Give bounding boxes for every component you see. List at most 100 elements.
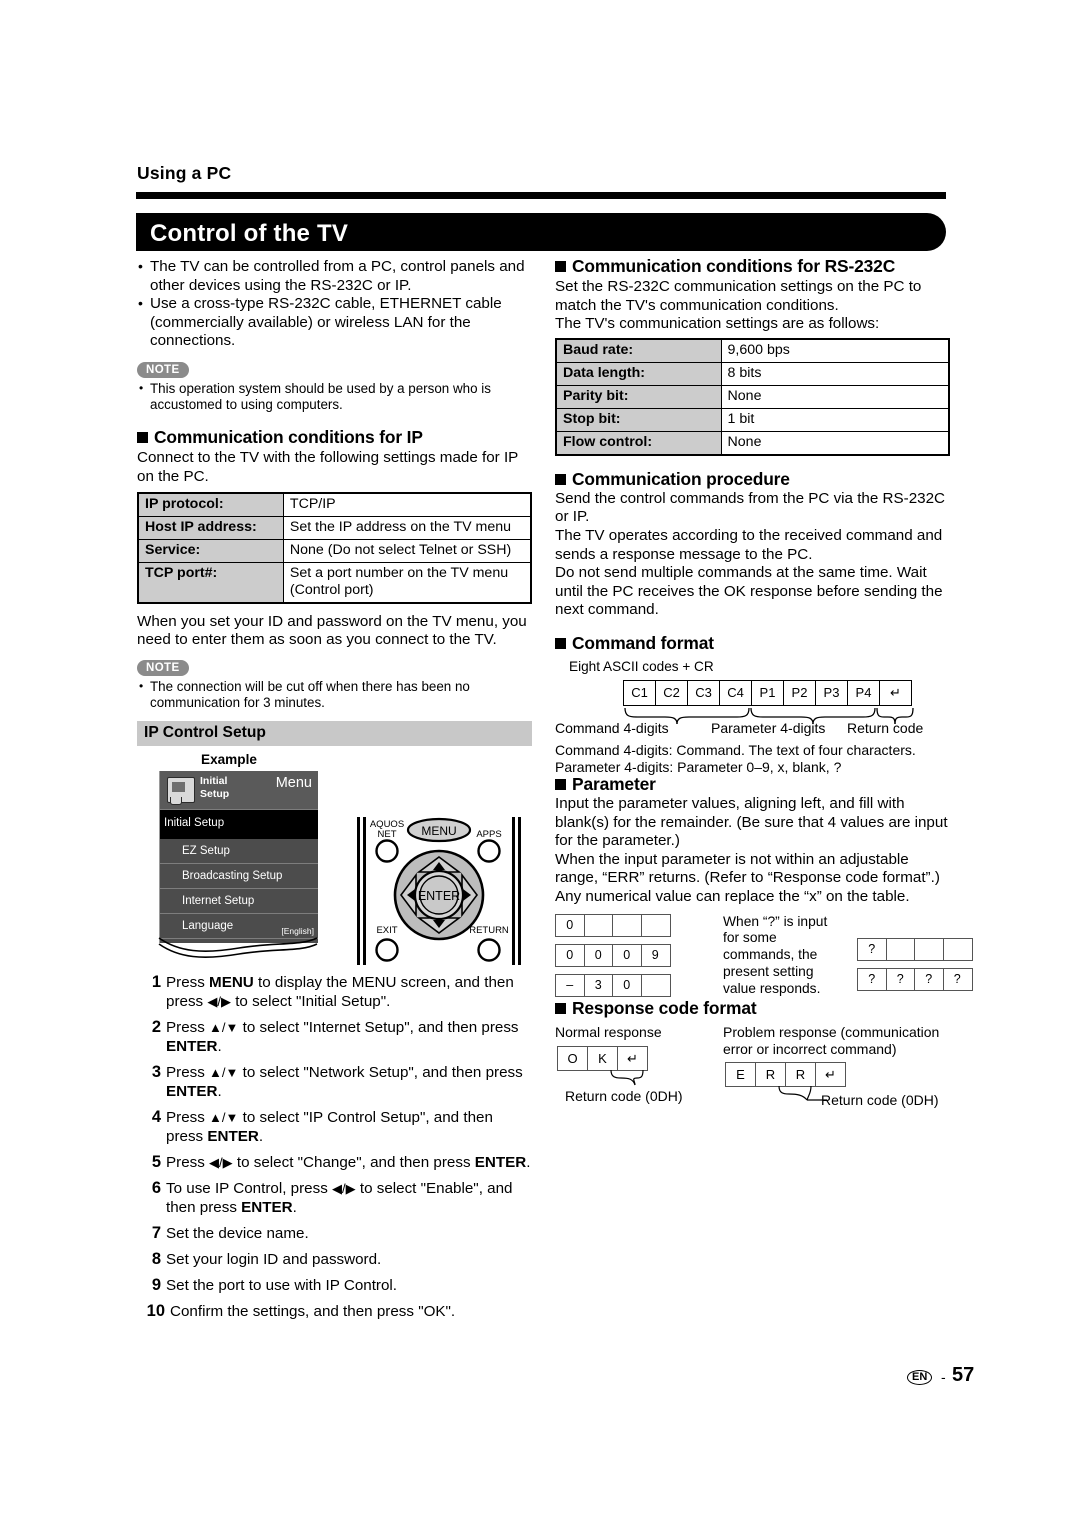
rs232c-intro-line1: Set the RS-232C communication settings o… (555, 278, 922, 314)
parameter-paragraphs: Input the parameter values, aligning lef… (555, 795, 950, 907)
square-bullet-icon (555, 637, 566, 649)
intro-bullet-item: The TV can be controlled from a PC, cont… (137, 257, 532, 295)
value-cell: 0 (556, 944, 585, 966)
step-text: Press ▲/▼ to select "IP Control Setup", … (166, 1109, 493, 1146)
label-return-code: Return code (847, 719, 924, 736)
step-item: 3 Press ▲/▼ to select "Network Setup", an… (137, 1063, 532, 1101)
table-row: TCP port#: Set a port number on the TV me… (137, 561, 532, 604)
value-cell: ? (887, 968, 915, 990)
square-bullet-icon (137, 432, 148, 444)
step-text: To use IP Control, press ◀/▶ to select "… (166, 1180, 513, 1217)
initial-setup-icon-stand (170, 797, 182, 806)
heading-text: Communication procedure (572, 468, 790, 489)
parameter-paragraph: Any numerical value can replace the “x” … (555, 887, 910, 905)
tv-icon-label-line2: Setup (200, 787, 230, 800)
ip-after-table-text: When you set your ID and password on the… (137, 612, 527, 649)
table-cell-key: Baud rate: (555, 338, 722, 363)
question-mark-note: When “?” is input for some commands, the… (723, 913, 828, 996)
svg-text:RETURN: RETURN (469, 925, 509, 936)
parameter-example-boxes-right: ????? (857, 937, 973, 998)
step-item: 5 Press ◀/▶ to select "Change", and then … (137, 1153, 532, 1172)
table-row: Flow control: None (555, 430, 950, 456)
command-format-diagram: C1 C2 C3 C4 P1 P2 P3 P4 ↵ Command 4-digits Param… (555, 679, 950, 775)
table-cell-value: Set a port number on the TV menu (Contro… (282, 561, 532, 604)
value-cell: ? (858, 938, 887, 960)
square-bullet-icon (555, 778, 566, 790)
step-number: 3 (151, 1063, 161, 1082)
step-item: 1 Press MENU to display the MENU screen, … (137, 973, 532, 1011)
procedure-paragraphs: Send the control commands from the PC vi… (555, 490, 950, 620)
tv-menu-row-selected[interactable]: Initial Setup (160, 810, 318, 840)
step-item: 2 Press ▲/▼ to select "Internet Setup", a… (137, 1018, 532, 1056)
tv-icon-label-line1: Initial (200, 775, 228, 788)
rs232c-conditions-table: Baud rate: 9,600 bps Data length: 8 bits Par… (555, 337, 950, 456)
step-number: 7 (151, 1224, 161, 1243)
page-number: 57 (952, 1364, 975, 1386)
response-cell: K (588, 1046, 618, 1070)
value-cell (915, 938, 944, 960)
command-format-cell: C1 (624, 680, 656, 705)
value-cell: 0 (585, 944, 613, 966)
step-item: 10 Confirm the settings, and then press "… (137, 1302, 532, 1321)
svg-text:EXIT: EXIT (376, 925, 397, 936)
normal-return-code-label: Return code (0DH) (565, 1087, 683, 1104)
step-item: 7 Set the device name. (137, 1224, 532, 1243)
parameter-examples-area: 0 0 0 0 9–3 0 When “?” is input for some comm… (555, 913, 973, 997)
svg-text:APPS: APPS (476, 829, 501, 840)
value-cell: 9 (651, 947, 659, 962)
command-format-cell: P2 (784, 680, 816, 705)
response-code-diagram: Normal response O K ↵ Return code (0DH) Pr… (555, 1024, 950, 1124)
normal-response-boxes: O K ↵ (557, 1045, 648, 1071)
language-badge: EN (907, 1370, 933, 1385)
svg-text:MENU: MENU (421, 824, 456, 838)
step-number: 6 (151, 1179, 161, 1198)
heading-communication-conditions-ip: Communication conditions for IP (137, 427, 532, 448)
step-number: 10 (146, 1302, 165, 1321)
command-format-boxes: C1 C2 C3 C4 P1 P2 P3 P4 ↵ (623, 679, 912, 706)
tv-menu-screenshot: Initial Setup Menu Initial Setup EZ Setu… (155, 771, 321, 959)
command-format-descriptions: Command 4-digits: Command. The text of f… (555, 742, 950, 777)
table-cell-value: None (720, 384, 950, 409)
value-cell (642, 915, 670, 936)
table-cell-value: None (Do not select Telnet or SSH) (282, 538, 532, 563)
table-cell-value: Set the IP address on the TV menu (282, 515, 532, 540)
command-format-cell: ↵ (890, 684, 901, 700)
step-number: 2 (151, 1018, 161, 1037)
table-cell-key: IP protocol: (137, 492, 284, 517)
label-command-4-digits: Command 4-digits (555, 719, 669, 736)
square-bullet-icon (555, 473, 566, 485)
step-number: 5 (151, 1153, 161, 1172)
page-title: Control of the TV (150, 220, 349, 247)
response-cell: ↵ (825, 1066, 836, 1082)
table-cell-key: Stop bit: (555, 407, 722, 432)
remote-control-illustration: MENU AQUOS NET APPS ENTER EXIT RETURN (357, 817, 521, 966)
step-text: Confirm the settings, and then press "OK… (170, 1303, 456, 1321)
parameter-example-row: 0009 (555, 943, 671, 967)
tv-menu-row-broadcasting-setup[interactable]: Broadcasting Setup (160, 864, 318, 890)
table-cell-key: Host IP address: (137, 515, 284, 540)
right-column: Communication conditions for RS-232C Set… (555, 256, 973, 1124)
tv-icon-label: Initial Setup (200, 775, 229, 800)
heading-text: Command format (572, 632, 714, 653)
value-cell: ? (915, 968, 944, 990)
tv-menu-label: Menu (275, 775, 312, 792)
tv-menu-row-internet-setup[interactable]: Internet Setup (160, 889, 318, 915)
heading-text: Communication conditions for IP (154, 427, 423, 448)
svg-text:ENTER: ENTER (418, 889, 460, 903)
torn-edge-wave (158, 937, 318, 959)
table-cell-value: TCP/IP (282, 492, 532, 517)
note-badge: NOTE (137, 660, 189, 676)
footer-dash: - (941, 1369, 946, 1385)
ip-control-setup-header: IP Control Setup (137, 721, 532, 747)
response-cell: R (786, 1062, 816, 1086)
table-cell-value: None (720, 430, 950, 456)
label-parameter-4-digits: Parameter 4-digits (711, 719, 826, 736)
problem-response-label: Problem response (communication error or… (723, 1023, 940, 1057)
tv-menu-row-ez-setup[interactable]: EZ Setup (160, 839, 318, 865)
response-cell: R (756, 1062, 786, 1086)
table-cell-value: 1 bit (720, 407, 950, 432)
square-bullet-icon (555, 261, 566, 272)
heading-communication-conditions-rs232c: Communication conditions for RS-232C (555, 256, 950, 277)
intro-note-list: This operation system should be used by … (137, 380, 532, 413)
step-item: 4 Press ▲/▼ to select "IP Control Setup",… (137, 1108, 532, 1146)
